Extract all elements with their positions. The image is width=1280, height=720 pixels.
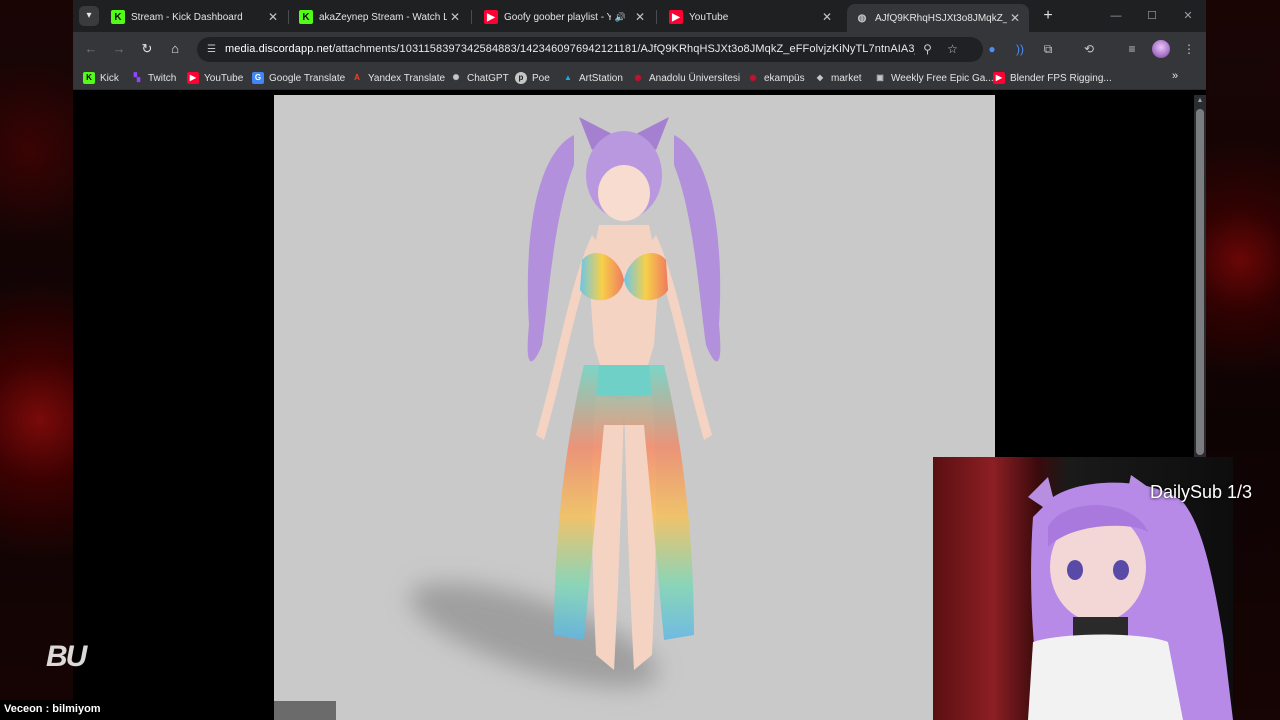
youtube-icon: ▶ [187, 72, 199, 84]
history-icon[interactable]: ⟲ [1079, 39, 1099, 59]
speaker-icon[interactable]: 🔊 [615, 12, 626, 23]
character-illustration [527, 117, 721, 670]
url-path: /attachments/1031158397342584883/1423460… [332, 43, 915, 55]
bookmark-label: Blender FPS Rigging... [1010, 72, 1112, 84]
media-control-icon[interactable]: ≡ [1122, 39, 1142, 59]
epic-icon: ▣ [876, 73, 884, 82]
back-icon[interactable]: ← [81, 39, 101, 59]
bookmarks-bar: K Kick ▚ Twitch ▶ YouTube G Google Translate… [73, 66, 1206, 90]
reload-icon[interactable]: ↻ [137, 39, 157, 59]
anadolu-icon: ◉ [634, 73, 642, 82]
address-bar[interactable]: ☰ media.discordapp.net/attachments/10311… [197, 37, 983, 62]
yandex-icon: A [354, 73, 360, 82]
minimize-icon[interactable]: — [1105, 6, 1127, 26]
close-icon[interactable]: ✕ [1007, 10, 1023, 26]
youtube-icon: ▶ [484, 10, 498, 24]
bookmark-google-translate[interactable]: G Google Translate [252, 70, 345, 86]
extension-blue-icon[interactable]: ● [982, 39, 1002, 59]
bookmark-star-icon[interactable]: ☆ [944, 41, 961, 58]
bookmark-kick[interactable]: K Kick [83, 70, 119, 86]
bookmark-anadolu[interactable]: ◉ Anadolu Üniversitesi [632, 70, 741, 86]
zoom-icon[interactable]: ⚲ [919, 41, 936, 58]
kick-icon: K [299, 10, 313, 24]
tab-goofy-goober-playlist[interactable]: ▶ Goofy goober playlist - You 🔊 ✕ [476, 4, 654, 30]
tab-strip: ▾ K Stream - Kick Dashboard ✕ K akaZeyne… [73, 0, 1206, 32]
bookmark-blender-fps[interactable]: ▶ Blender FPS Rigging... [993, 70, 1112, 86]
tab-search-dropdown-icon[interactable]: ▾ [79, 6, 99, 26]
bookmark-chatgpt[interactable]: ✺ ChatGPT [450, 70, 509, 86]
ekampus-icon: ◉ [749, 73, 757, 82]
tab-title: akaZeynep Stream - Watch Live [319, 11, 447, 23]
home-icon[interactable]: ⌂ [165, 39, 185, 59]
tab-title: Goofy goober playlist - You [504, 11, 611, 23]
youtube-icon: ▶ [993, 72, 1005, 84]
bookmark-label: ChatGPT [467, 72, 509, 84]
channel-logo: BU [46, 640, 87, 673]
bookmark-youtube[interactable]: ▶ YouTube [187, 70, 243, 86]
bookmark-label: Poe [532, 72, 550, 84]
bookmark-twitch[interactable]: ▚ Twitch [131, 70, 176, 86]
tab-akazeynep-stream[interactable]: K akaZeynep Stream - Watch Live ✕ [291, 4, 469, 30]
poe-icon: p [515, 72, 527, 84]
kick-icon: K [111, 10, 125, 24]
forward-icon[interactable]: → [109, 39, 129, 59]
bookmark-poe[interactable]: p Poe [515, 70, 550, 86]
url-host: media.discordapp.net [225, 43, 333, 55]
profile-avatar[interactable] [1152, 40, 1170, 58]
bookmark-label: Kick [100, 72, 119, 84]
kick-icon: K [83, 72, 95, 84]
scroll-up-icon[interactable]: ▲ [1194, 95, 1206, 107]
chatgpt-icon: ✺ [452, 73, 460, 82]
bookmark-yandex-translate[interactable]: A Yandex Translate [351, 70, 445, 86]
audio-extension-icon[interactable]: )) [1010, 39, 1030, 59]
tab-kick-dashboard[interactable]: K Stream - Kick Dashboard ✕ [103, 4, 287, 30]
extensions-puzzle-icon[interactable]: ⧉ [1038, 39, 1058, 59]
bookmark-epic-games[interactable]: ▣ Weekly Free Epic Ga... [874, 70, 994, 86]
close-icon[interactable]: ✕ [819, 9, 835, 25]
bookmark-label: Anadolu Üniversitesi [649, 72, 741, 84]
image-caption-bar [274, 701, 336, 720]
tab-discord-attachment[interactable]: ◍ AJfQ9KRhqHSJXt3o8JMqkZ_eF ✕ [847, 4, 1029, 32]
close-icon[interactable]: ✕ [632, 9, 648, 25]
market-icon: ◆ [816, 73, 824, 82]
bookmark-artstation[interactable]: ▲ ArtStation [562, 70, 623, 86]
daily-sub-counter: DailySub 1/3 [1150, 482, 1253, 502]
translate-icon: G [252, 72, 264, 84]
close-icon[interactable]: ✕ [447, 9, 463, 25]
attachment-image[interactable] [274, 95, 995, 720]
bookmark-label: ekampüs [764, 72, 805, 84]
bookmark-label: Yandex Translate [368, 72, 446, 84]
close-icon[interactable]: ✕ [265, 9, 281, 25]
bookmark-label: Twitch [148, 72, 177, 84]
artstation-icon: ▲ [564, 73, 572, 82]
bookmark-ekampus[interactable]: ◉ ekampüs [747, 70, 805, 86]
tab-title: AJfQ9KRhqHSJXt3o8JMqkZ_eF [875, 12, 1007, 24]
now-playing-caption: Veceon : bilmiyom [0, 700, 105, 720]
more-menu-icon[interactable]: ⋮ [1179, 39, 1199, 59]
tab-title: YouTube [689, 11, 729, 23]
bookmarks-overflow-icon[interactable]: » [1172, 70, 1178, 82]
tab-separator [656, 10, 657, 24]
scrollbar-thumb[interactable] [1196, 109, 1204, 455]
maximize-icon[interactable]: ☐ [1141, 6, 1163, 26]
tab-title: Stream - Kick Dashboard [131, 11, 243, 23]
new-tab-icon[interactable]: + [1038, 6, 1058, 26]
tab-separator [471, 10, 472, 24]
bookmark-label: YouTube [204, 72, 244, 84]
youtube-icon: ▶ [669, 10, 683, 24]
site-info-icon[interactable]: ☰ [203, 41, 220, 58]
toolbar: ← → ↻ ⌂ ☰ media.discordapp.net/attachmen… [73, 32, 1206, 66]
bookmark-market[interactable]: ◆ market [814, 70, 862, 86]
twitch-icon: ▚ [133, 73, 141, 82]
bookmark-label: market [831, 72, 862, 84]
tab-youtube[interactable]: ▶ YouTube ✕ [661, 4, 841, 30]
bookmark-label: ArtStation [579, 72, 623, 84]
globe-icon: ◍ [857, 12, 867, 24]
url-text[interactable]: media.discordapp.net/attachments/1031158… [225, 43, 915, 55]
close-window-icon[interactable]: ✕ [1177, 6, 1199, 26]
bookmark-label: Google Translate [269, 72, 346, 84]
tab-separator [288, 10, 289, 24]
bookmark-label: Weekly Free Epic Ga... [891, 72, 994, 84]
